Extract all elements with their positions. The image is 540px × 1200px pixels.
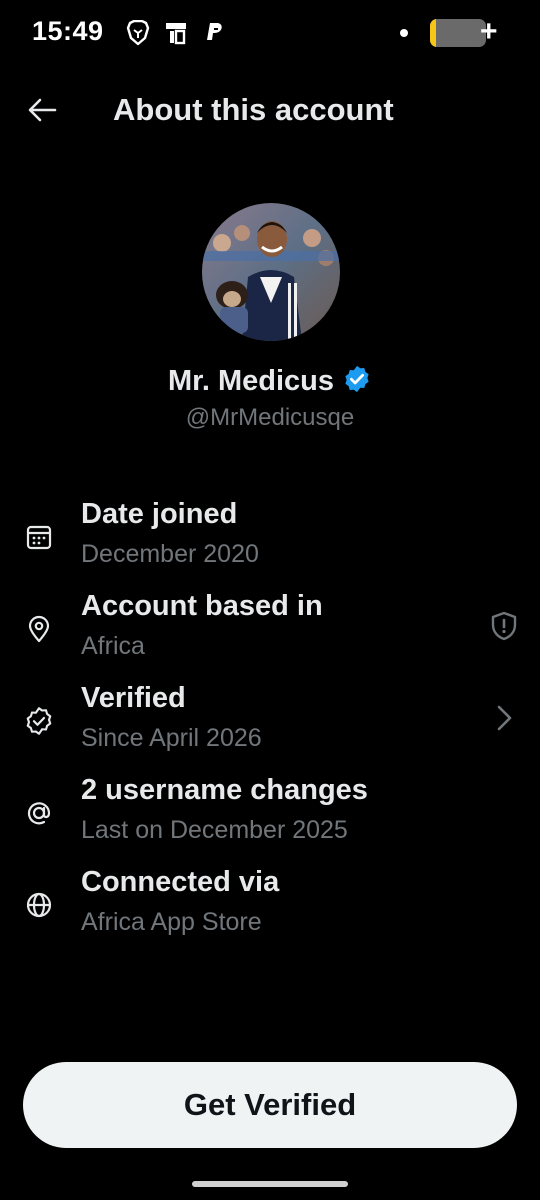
status-icons: [126, 20, 224, 46]
get-verified-button[interactable]: Get Verified: [23, 1062, 517, 1148]
info-row-date-joined: Date joined December 2020: [0, 494, 540, 586]
globe-icon: [24, 890, 54, 920]
display-name-row: Mr. Medicus: [0, 364, 540, 399]
status-bar: 15:49 +: [0, 0, 540, 64]
home-indicator[interactable]: [192, 1181, 348, 1187]
display-name: Mr. Medicus: [168, 365, 334, 397]
info-value: Africa: [81, 632, 145, 660]
arrow-left-icon: [28, 98, 57, 122]
info-row-verified[interactable]: Verified Since April 2026: [0, 678, 540, 770]
info-title: Connected via: [81, 866, 280, 898]
battery-icon: [430, 19, 486, 47]
info-value: Since April 2026: [81, 724, 262, 752]
location-pin-icon: [24, 614, 54, 644]
cast-icon: [164, 21, 190, 45]
info-value: Last on December 2025: [81, 816, 348, 844]
paypal-icon: [204, 21, 224, 45]
battery-fill: [430, 19, 436, 47]
at-sign-icon: [24, 798, 54, 828]
charging-plus-icon: +: [480, 15, 498, 48]
back-button[interactable]: [22, 90, 62, 130]
info-row-account-based-in: Account based in Africa: [0, 586, 540, 678]
brave-icon: [126, 20, 150, 46]
account-info-list: Date joined December 2020 Account based …: [0, 494, 540, 954]
info-value: December 2020: [81, 540, 259, 568]
info-value: Africa App Store: [81, 908, 262, 936]
verified-badge-outline-icon: [24, 706, 54, 736]
page-title: About this account: [113, 92, 394, 127]
chevron-right-icon[interactable]: [488, 702, 520, 734]
notification-dot: [400, 29, 408, 37]
status-time: 15:49: [32, 16, 104, 46]
handle: @MrMedicusqe: [185, 404, 355, 431]
shield-alert-icon[interactable]: [488, 610, 520, 642]
info-row-connected-via: Connected via Africa App Store: [0, 862, 540, 954]
verified-badge-icon: [342, 364, 372, 399]
avatar[interactable]: [202, 203, 340, 341]
info-row-username-changes: 2 username changes Last on December 2025: [0, 770, 540, 862]
header: About this account: [0, 76, 540, 144]
info-title: 2 username changes: [81, 774, 368, 806]
info-title: Date joined: [81, 498, 238, 530]
info-title: Verified: [81, 682, 186, 714]
calendar-icon: [24, 522, 54, 552]
info-title: Account based in: [81, 590, 323, 622]
